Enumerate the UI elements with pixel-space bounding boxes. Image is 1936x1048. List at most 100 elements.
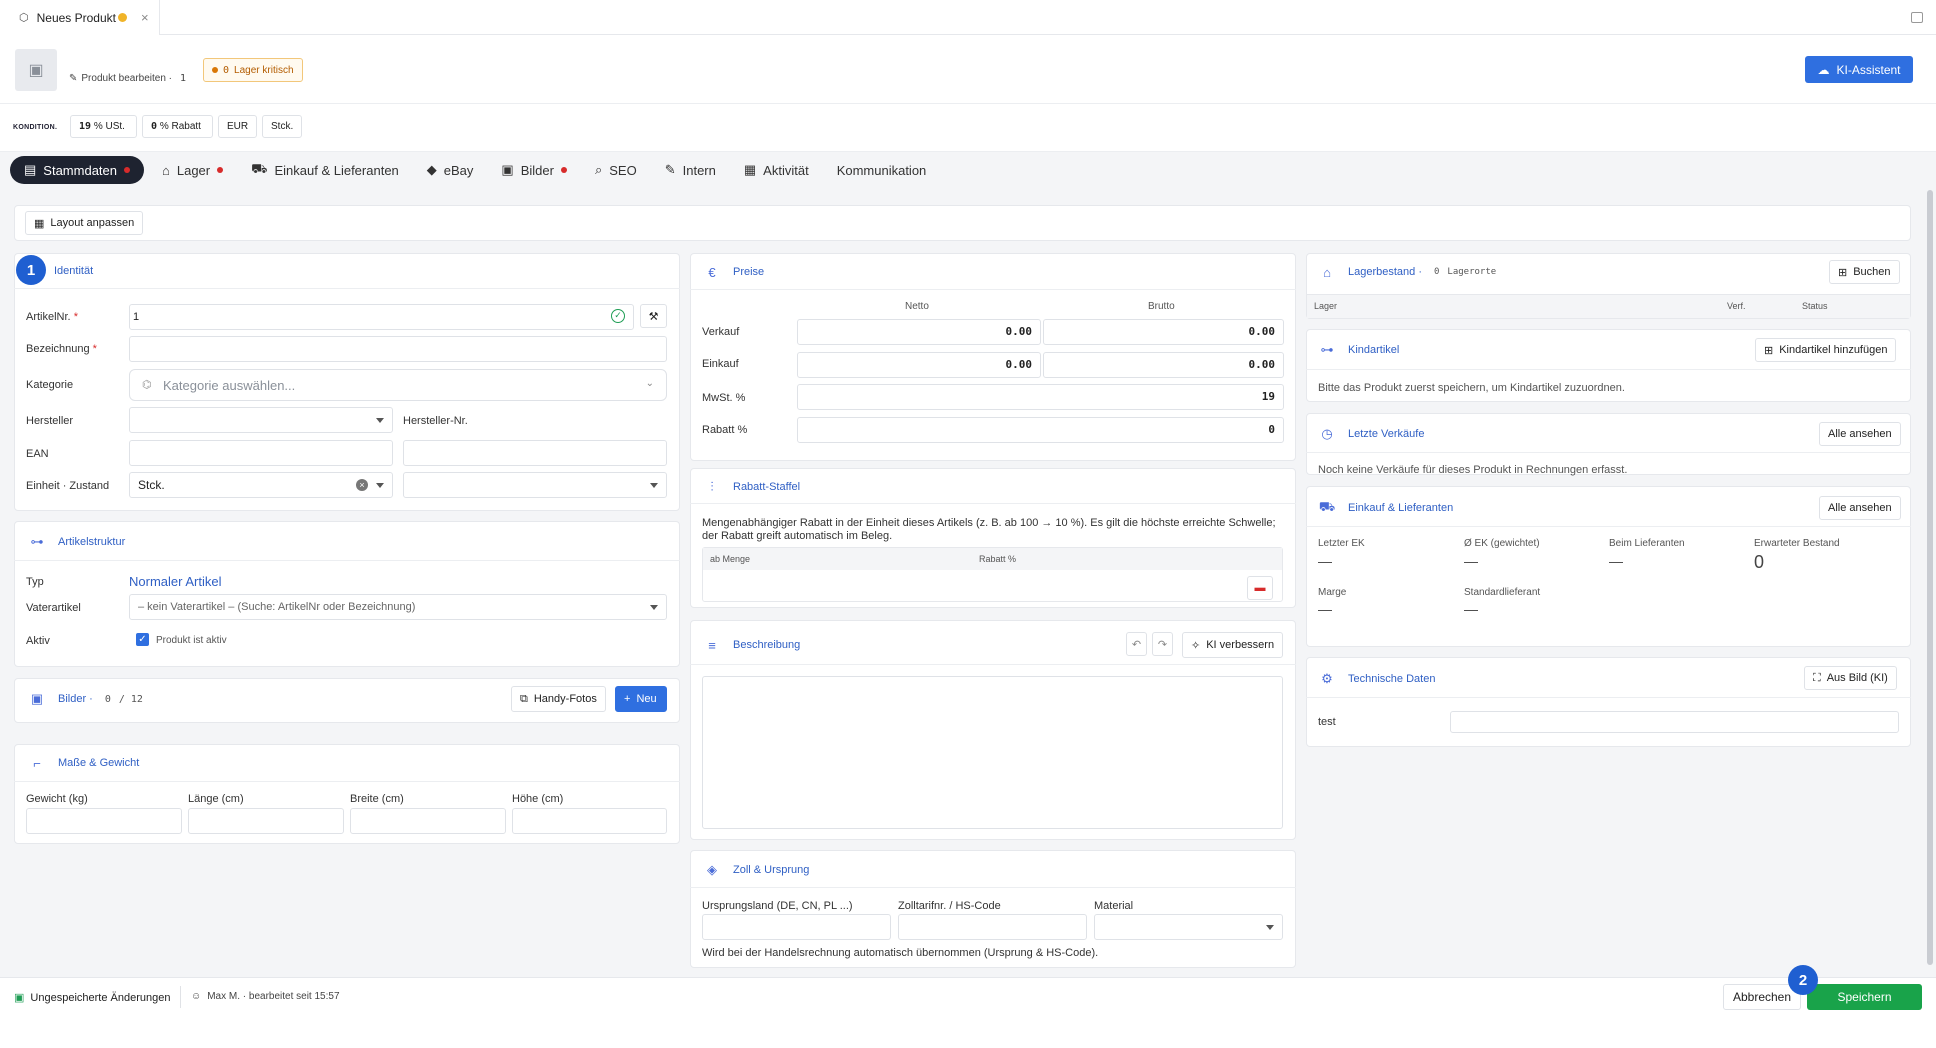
undo-button[interactable]: ↶ xyxy=(1126,632,1147,656)
vat-input[interactable]: 19 xyxy=(797,384,1284,410)
unit-select[interactable]: Stck. × xyxy=(129,472,393,498)
new-image-button[interactable]: + Neu xyxy=(615,686,667,712)
euro-icon: € xyxy=(708,264,716,280)
ki-improve-button[interactable]: ✧ KI verbessern xyxy=(1182,632,1284,658)
height-input[interactable] xyxy=(512,808,667,834)
from-image-label: Aus Bild (KI) xyxy=(1826,672,1888,684)
image-icon: ▣ xyxy=(501,162,514,177)
ean-input[interactable] xyxy=(129,440,393,466)
close-icon[interactable]: × xyxy=(141,10,149,25)
prices-title: Preise xyxy=(733,266,765,278)
purchase-all-button[interactable]: Alle ansehen xyxy=(1819,496,1901,520)
cancel-label: Abbrechen xyxy=(1732,990,1792,1004)
save-button[interactable]: Speichern xyxy=(1807,984,1922,1010)
tab-lager[interactable]: ⌂ Lager xyxy=(148,156,237,184)
name-input[interactable] xyxy=(129,336,667,362)
images-max: 12 xyxy=(130,693,143,705)
description-textarea[interactable] xyxy=(702,676,1283,829)
scrollbar[interactable] xyxy=(1927,190,1933,965)
maker-select[interactable] xyxy=(129,407,393,433)
width-input[interactable] xyxy=(350,808,506,834)
tab-neues-produkt[interactable]: ⬡ Neues Produkt × xyxy=(0,0,160,35)
tiers-icon: ⫶ xyxy=(710,479,714,494)
dimensions-header: ⌐ Maße & Gewicht xyxy=(28,754,139,772)
tab-label: eBay xyxy=(443,162,474,178)
discount-chip[interactable]: 0 % Rabatt xyxy=(142,115,213,138)
name-label: Bezeichnung * xyxy=(26,343,97,355)
tab-intern[interactable]: ✎ Intern xyxy=(651,156,730,184)
tab-label: Intern xyxy=(682,162,716,178)
tab-seo[interactable]: ⌕ SEO xyxy=(581,156,651,184)
tab-title: Neues Produkt xyxy=(36,10,116,25)
artnr-label: ArtikelNr. * xyxy=(26,311,78,323)
last-ek-label: Letzter EK xyxy=(1318,538,1365,549)
ki-assistant-button[interactable]: ☁ KI-Assistent xyxy=(1805,56,1913,83)
type-value[interactable]: Normaler Artikel xyxy=(129,574,221,589)
scan-icon: ⛶ xyxy=(1813,671,1821,684)
tab-label: Einkauf & Lieferanten xyxy=(274,162,399,178)
std-supplier-label: Standardlieferant xyxy=(1464,587,1541,598)
tab-bilder[interactable]: ▣ Bilder xyxy=(487,156,581,184)
warning-dot-icon xyxy=(212,67,218,73)
parent-select[interactable]: – kein Vaterartikel – (Suche: ArtikelNr … xyxy=(129,594,667,620)
sales-all-button[interactable]: Alle ansehen xyxy=(1819,422,1901,446)
add-child-button[interactable]: ⊞ Kindartikel hinzufügen xyxy=(1755,338,1897,362)
divider xyxy=(1306,526,1911,527)
structure-title: Artikelstruktur xyxy=(58,536,126,548)
hs-input[interactable] xyxy=(898,914,1087,940)
ki-assistant-label: KI-Assistent xyxy=(1836,62,1901,77)
divider xyxy=(1306,452,1911,453)
last-ek-value: — xyxy=(1318,553,1332,569)
divider xyxy=(690,289,1296,290)
pencil-icon: ✎ xyxy=(69,73,78,84)
tech-row-input[interactable] xyxy=(1450,711,1899,733)
required-marker: * xyxy=(73,311,78,323)
tiers-desc-1: Mengenabhängiger Rabatt in der Einheit d… xyxy=(702,517,1276,529)
layout-adjust-button[interactable]: ▦ Layout anpassen xyxy=(25,211,144,235)
new-image-label: Neu xyxy=(636,693,657,705)
tab-einkauf[interactable]: ⛟ Einkauf & Lieferanten xyxy=(237,156,413,184)
sales-note: Noch keine Verkäufe für dieses Produkt i… xyxy=(1318,464,1628,476)
tab-ebay[interactable]: ◆ eBay xyxy=(413,156,488,184)
unit-chip[interactable]: Stck. xyxy=(262,115,303,138)
col-rate: Rabatt % xyxy=(979,554,1017,564)
length-input[interactable] xyxy=(188,808,344,834)
active-checkbox[interactable]: ✓ xyxy=(136,633,149,646)
buy-net-input[interactable]: 0.00 xyxy=(797,352,1041,378)
buy-gross-input[interactable]: 0.00 xyxy=(1043,352,1284,378)
condition-select[interactable] xyxy=(403,472,667,498)
tab-label: Lager xyxy=(176,162,211,178)
clear-icon[interactable]: × xyxy=(356,479,368,491)
category-select[interactable]: ⌬ Kategorie auswählen... ⌄ xyxy=(129,369,667,401)
tab-aktivitaet[interactable]: ▦ Aktivität xyxy=(730,156,823,184)
maker-nr-input[interactable] xyxy=(403,440,667,466)
tab-stammdaten[interactable]: ▤ Stammdaten xyxy=(10,156,144,184)
tab-label: Aktivität xyxy=(763,162,809,178)
delete-row-button[interactable]: ▬ xyxy=(1247,576,1273,600)
tab-kommunikation[interactable]: Kommunikation xyxy=(823,156,941,184)
window-icon[interactable] xyxy=(1911,12,1923,23)
from-image-button[interactable]: ⛶ Aus Bild (KI) xyxy=(1804,666,1897,690)
image-placeholder-icon[interactable]: ▣ xyxy=(15,49,57,91)
discount-input[interactable]: 0 xyxy=(797,417,1284,443)
origin-input[interactable] xyxy=(702,914,891,940)
save-label: Speichern xyxy=(1837,990,1892,1004)
book-button[interactable]: ⊞ Buchen xyxy=(1829,260,1900,284)
weight-input[interactable] xyxy=(26,808,182,834)
artnr-input[interactable]: 1 ✓ xyxy=(129,304,634,330)
sale-gross-input[interactable]: 0.00 xyxy=(1043,319,1284,345)
phone-photos-button[interactable]: ⧉ Handy-Fotos xyxy=(511,686,606,712)
sale-net-input[interactable]: 0.00 xyxy=(797,319,1041,345)
magic-wand-button[interactable]: ⚒ xyxy=(640,304,667,328)
divider xyxy=(690,664,1296,665)
unsaved-text: Ungespeicherte Änderungen xyxy=(30,991,171,1004)
currency-chip[interactable]: EUR xyxy=(218,115,258,138)
unit-condition-label: Einheit · Zustand xyxy=(26,480,110,492)
identity-title-text: Identität xyxy=(54,265,94,277)
sale-label: Verkauf xyxy=(702,326,740,338)
width-label: Breite (cm) xyxy=(350,793,404,805)
material-select[interactable] xyxy=(1094,914,1283,940)
divider xyxy=(14,288,680,289)
redo-button[interactable]: ↷ xyxy=(1152,632,1173,656)
vat-chip[interactable]: 19 % USt. xyxy=(70,115,137,138)
